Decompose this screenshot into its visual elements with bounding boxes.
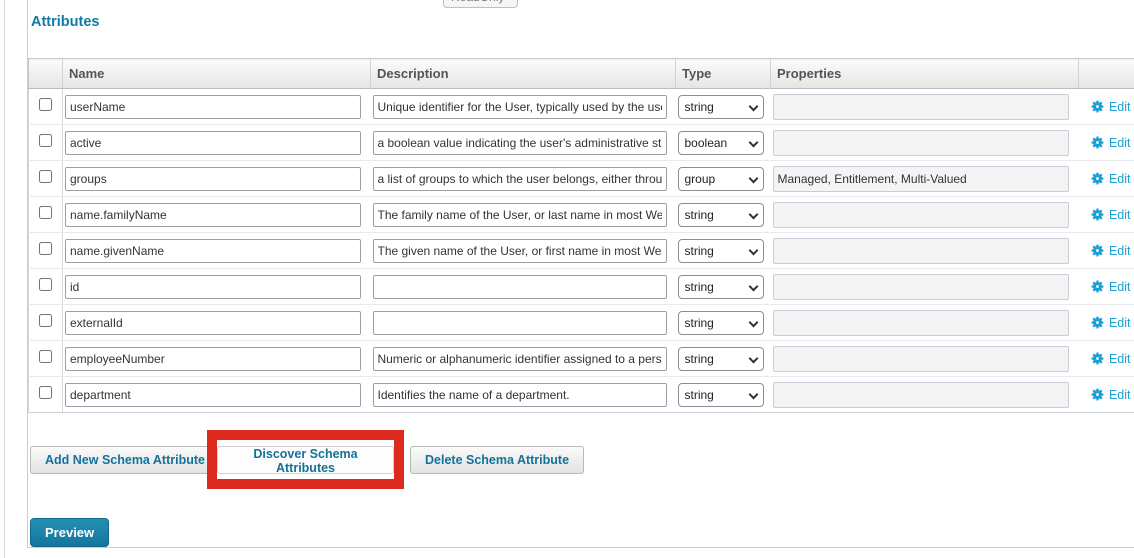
attribute-type-select[interactable]: string <box>678 347 764 371</box>
attribute-properties-input[interactable] <box>773 94 1069 120</box>
attribute-properties-input[interactable] <box>773 346 1069 372</box>
gear-icon <box>1090 207 1105 222</box>
attribute-description-input[interactable] <box>373 347 667 371</box>
schema-attributes-page: ReadOnly Attributes Name Description Typ… <box>0 0 1134 558</box>
header-properties: Properties <box>771 59 1079 89</box>
table-row: string <box>29 269 1134 305</box>
attributes-heading: Attributes <box>31 14 99 30</box>
edit-link[interactable]: Edit <box>1109 280 1131 294</box>
edit-link[interactable]: Edit <box>1109 208 1131 222</box>
table-row: string <box>29 377 1134 413</box>
attribute-properties-input[interactable] <box>773 274 1069 300</box>
readonly-dropdown-value: ReadOnly <box>451 0 504 4</box>
delete-schema-attribute-button[interactable]: Delete Schema Attribute <box>410 446 584 474</box>
table-row: string <box>29 89 1134 125</box>
attribute-description-input[interactable] <box>373 95 667 119</box>
attribute-name-input[interactable] <box>65 239 361 263</box>
attribute-type-select[interactable]: string <box>678 203 764 227</box>
attribute-properties-input[interactable] <box>773 166 1069 192</box>
attribute-description-input[interactable] <box>373 131 667 155</box>
attribute-description-input[interactable] <box>373 239 667 263</box>
discover-schema-attributes-button[interactable]: Discover Schema Attributes <box>217 446 394 474</box>
attribute-name-input[interactable] <box>65 167 361 191</box>
attribute-type-select[interactable]: string <box>678 311 764 335</box>
row-checkbox[interactable] <box>39 206 52 219</box>
header-description: Description <box>371 59 676 89</box>
gear-icon <box>1090 351 1105 366</box>
row-checkbox[interactable] <box>39 386 52 399</box>
table-row: string <box>29 233 1134 269</box>
attribute-description-input[interactable] <box>373 167 667 191</box>
table-row: group <box>29 161 1134 197</box>
edit-link[interactable]: Edit <box>1109 388 1131 402</box>
attribute-name-input[interactable] <box>65 95 361 119</box>
table-row: boolean <box>29 125 1134 161</box>
attribute-type-select[interactable]: boolean <box>678 131 764 155</box>
table-row: string <box>29 305 1134 341</box>
attribute-name-input[interactable] <box>65 311 361 335</box>
attribute-properties-input[interactable] <box>773 202 1069 228</box>
edit-link[interactable]: Edit <box>1109 172 1131 186</box>
edit-link[interactable]: Edit <box>1109 316 1131 330</box>
attribute-type-select[interactable]: string <box>678 239 764 263</box>
row-checkbox[interactable] <box>39 278 52 291</box>
header-name: Name <box>63 59 371 89</box>
preview-button[interactable]: Preview <box>30 518 109 547</box>
attribute-type-select[interactable]: string <box>678 95 764 119</box>
attributes-table: Name Description Type Properties string <box>28 58 1134 413</box>
row-checkbox[interactable] <box>39 134 52 147</box>
gear-icon <box>1090 315 1105 330</box>
edit-link[interactable]: Edit <box>1109 244 1131 258</box>
header-type: Type <box>676 59 771 89</box>
attribute-name-input[interactable] <box>65 203 361 227</box>
attribute-name-input[interactable] <box>65 275 361 299</box>
row-checkbox[interactable] <box>39 314 52 327</box>
attribute-description-input[interactable] <box>373 311 667 335</box>
red-highlight-annotation: Discover Schema Attributes <box>207 430 404 489</box>
attribute-description-input[interactable] <box>373 203 667 227</box>
attribute-type-select[interactable]: group <box>678 167 764 191</box>
attribute-properties-input[interactable] <box>773 238 1069 264</box>
attribute-properties-input[interactable] <box>773 130 1069 156</box>
gear-icon <box>1090 135 1105 150</box>
gear-icon <box>1090 99 1105 114</box>
gear-icon <box>1090 171 1105 186</box>
add-schema-attribute-button[interactable]: Add New Schema Attribute <box>30 446 220 474</box>
table-row: string <box>29 197 1134 233</box>
attribute-properties-input[interactable] <box>773 382 1069 408</box>
row-checkbox[interactable] <box>39 170 52 183</box>
edit-link[interactable]: Edit <box>1109 352 1131 366</box>
attribute-description-input[interactable] <box>373 275 667 299</box>
attribute-name-input[interactable] <box>65 131 361 155</box>
attribute-properties-input[interactable] <box>773 310 1069 336</box>
gear-icon <box>1090 243 1105 258</box>
attribute-type-select[interactable]: string <box>678 275 764 299</box>
row-checkbox[interactable] <box>39 98 52 111</box>
gear-icon <box>1090 279 1105 294</box>
attribute-type-select[interactable]: string <box>678 383 764 407</box>
row-checkbox[interactable] <box>39 242 52 255</box>
page-left-rule <box>4 0 5 558</box>
edit-link[interactable]: Edit <box>1109 100 1131 114</box>
readonly-dropdown[interactable]: ReadOnly <box>443 0 518 8</box>
row-checkbox[interactable] <box>39 350 52 363</box>
table-row: string <box>29 341 1134 377</box>
attribute-name-input[interactable] <box>65 383 361 407</box>
gear-icon <box>1090 387 1105 402</box>
attribute-description-input[interactable] <box>373 383 667 407</box>
header-checkbox-cell <box>29 59 63 89</box>
table-header-row: Name Description Type Properties <box>29 59 1134 89</box>
attribute-name-input[interactable] <box>65 347 361 371</box>
edit-link[interactable]: Edit <box>1109 136 1131 150</box>
header-edit-cell <box>1079 59 1134 89</box>
